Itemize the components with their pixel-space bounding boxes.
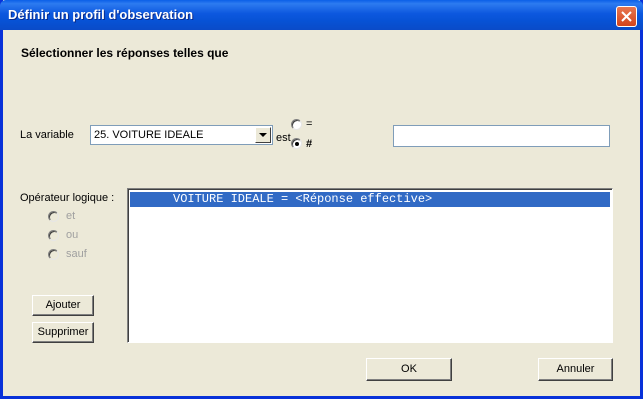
radio-selected-dot: [295, 142, 299, 146]
est-label: est: [276, 132, 291, 144]
radio-ou[interactable]: [48, 230, 59, 241]
window-title: Définir un profil d'observation: [8, 7, 194, 22]
radio-et-label: et: [66, 210, 76, 222]
radio-not-equals-label: #: [306, 138, 313, 150]
conditions-listbox[interactable]: VOITURE IDEALE = <Réponse effective>: [127, 188, 613, 343]
title-bar[interactable]: Définir un profil d'observation: [0, 0, 643, 30]
variable-select-value: 25. VOITURE IDEALE: [94, 129, 204, 141]
radio-equals-label: =: [306, 118, 313, 130]
dropdown-button[interactable]: [255, 127, 271, 143]
radio-sauf-label: sauf: [66, 248, 87, 260]
ok-button[interactable]: OK: [366, 358, 452, 381]
page-title: Sélectionner les réponses telles que: [21, 46, 229, 60]
operator-label: Opérateur logique :: [20, 192, 115, 204]
add-button[interactable]: Ajouter: [32, 295, 94, 316]
radio-not-equals[interactable]: [291, 138, 302, 149]
close-icon: [621, 11, 632, 22]
variable-label: La variable: [20, 129, 74, 141]
radio-sauf[interactable]: [48, 249, 59, 260]
radio-equals[interactable]: [291, 119, 302, 130]
delete-button[interactable]: Supprimer: [32, 322, 94, 343]
radio-ou-label: ou: [66, 229, 79, 241]
value-input[interactable]: [393, 125, 610, 147]
list-item[interactable]: VOITURE IDEALE = <Réponse effective>: [130, 192, 610, 207]
radio-et[interactable]: [48, 211, 59, 222]
close-button[interactable]: [616, 6, 637, 27]
variable-select[interactable]: 25. VOITURE IDEALE: [90, 125, 273, 145]
chevron-down-icon: [259, 133, 267, 137]
cancel-button[interactable]: Annuler: [538, 358, 613, 381]
